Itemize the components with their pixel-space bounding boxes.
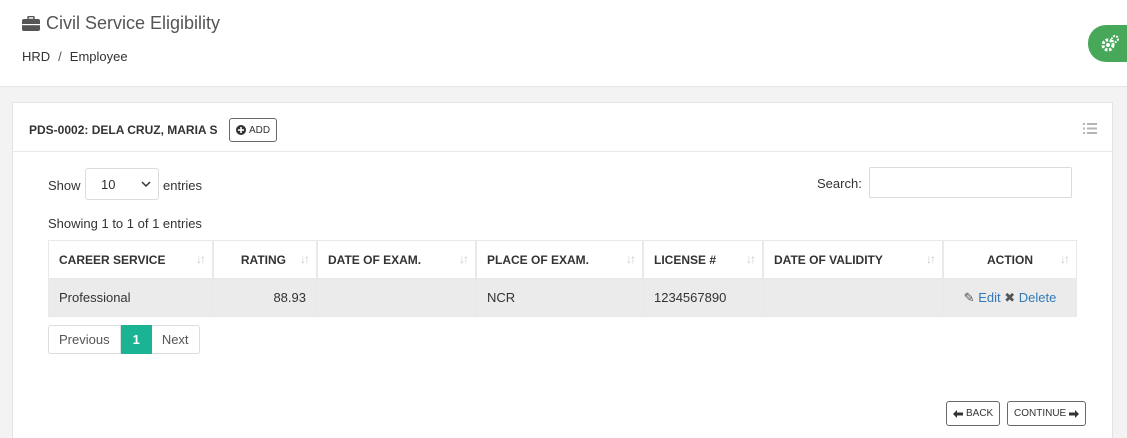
entries-per-page-select[interactable]: 10 — [85, 168, 159, 200]
panel-header: PDS-0002: DELA CRUZ, MARIA S ADD — [13, 103, 1112, 152]
search-label: Search: — [817, 176, 862, 191]
sort-icon: ↓↑ — [196, 252, 206, 266]
edit-icon[interactable]: ✎ — [964, 290, 975, 305]
arrow-right-icon — [1069, 409, 1080, 418]
column-career-service[interactable]: CAREER SERVICE ↓↑ — [48, 240, 213, 279]
table-header-row: CAREER SERVICE ↓↑ RATING ↓↑ DATE OF EXAM. ↓… — [48, 240, 1077, 279]
briefcase-icon — [22, 16, 40, 31]
cell-rating: 88.93 — [213, 279, 317, 317]
table-row: Professional 88.93 NCR 1234567890 ✎ Edit… — [48, 279, 1077, 317]
cell-action: ✎ Edit ✖ Delete — [943, 279, 1077, 317]
list-icon[interactable] — [1083, 121, 1097, 139]
column-date-of-validity[interactable]: DATE OF VALIDITY ↓↑ — [763, 240, 943, 279]
cell-date-of-exam — [317, 279, 476, 317]
close-icon[interactable]: ✖ — [1004, 290, 1015, 305]
sort-icon: ↓↑ — [300, 252, 310, 266]
sort-icon: ↓↑ — [626, 252, 636, 266]
cell-career-service: Professional — [48, 279, 213, 317]
breadcrumb-hrd[interactable]: HRD — [22, 49, 50, 64]
eligibility-panel: PDS-0002: DELA CRUZ, MARIA S ADD Show 10… — [12, 102, 1113, 438]
pagination-page-1[interactable]: 1 — [120, 325, 152, 354]
entries-label: entries — [163, 178, 203, 193]
continue-button[interactable]: CONTINUE — [1007, 401, 1087, 426]
back-button-label: BACK — [966, 408, 994, 419]
cell-date-of-validity — [763, 279, 943, 317]
arrow-left-icon — [953, 409, 963, 418]
plus-circle-icon — [236, 125, 246, 135]
breadcrumb-separator: / — [58, 49, 62, 64]
entries-select-value: 10 — [101, 176, 116, 192]
cell-license: 1234567890 — [643, 279, 763, 317]
pagination: Previous 1 Next — [48, 325, 200, 354]
chevron-down-icon — [141, 181, 151, 188]
add-button-label: ADD — [249, 124, 271, 136]
column-date-of-exam[interactable]: DATE OF EXAM. ↓↑ — [317, 240, 476, 279]
column-rating[interactable]: RATING ↓↑ — [213, 240, 317, 279]
page-title: Civil Service Eligibility — [22, 13, 220, 34]
show-label: Show — [48, 178, 81, 193]
breadcrumb: HRD / Employee — [22, 49, 128, 64]
eligibility-table: CAREER SERVICE ↓↑ RATING ↓↑ DATE OF EXAM. ↓… — [48, 240, 1077, 317]
cell-place-of-exam: NCR — [476, 279, 643, 317]
edit-link[interactable]: Edit — [978, 290, 1000, 305]
column-action[interactable]: ACTION ↓↑ — [943, 240, 1077, 279]
column-license[interactable]: LICENSE # ↓↑ — [643, 240, 763, 279]
settings-toggle-button[interactable] — [1088, 25, 1127, 62]
sort-icon: ↓↑ — [746, 252, 756, 266]
back-button[interactable]: BACK — [946, 401, 1001, 426]
table-info: Showing 1 to 1 of 1 entries — [48, 216, 202, 231]
page-header: Civil Service Eligibility HRD / Employee — [0, 0, 1127, 87]
search-input[interactable] — [869, 167, 1072, 198]
sort-icon: ↓↑ — [926, 252, 936, 266]
sort-icon: ↓↑ — [1060, 252, 1070, 266]
breadcrumb-employee: Employee — [69, 49, 128, 64]
column-place-of-exam[interactable]: PLACE OF EXAM. ↓↑ — [476, 240, 643, 279]
sort-icon: ↓↑ — [459, 252, 469, 266]
continue-button-label: CONTINUE — [1014, 408, 1067, 419]
pagination-next[interactable]: Next — [151, 325, 200, 354]
add-button[interactable]: ADD — [229, 118, 278, 142]
page-title-text: Civil Service Eligibility — [46, 13, 221, 33]
panel-title: PDS-0002: DELA CRUZ, MARIA S — [29, 123, 218, 137]
delete-link[interactable]: Delete — [1019, 290, 1057, 305]
pagination-previous[interactable]: Previous — [48, 325, 121, 354]
gears-icon — [1101, 34, 1119, 51]
